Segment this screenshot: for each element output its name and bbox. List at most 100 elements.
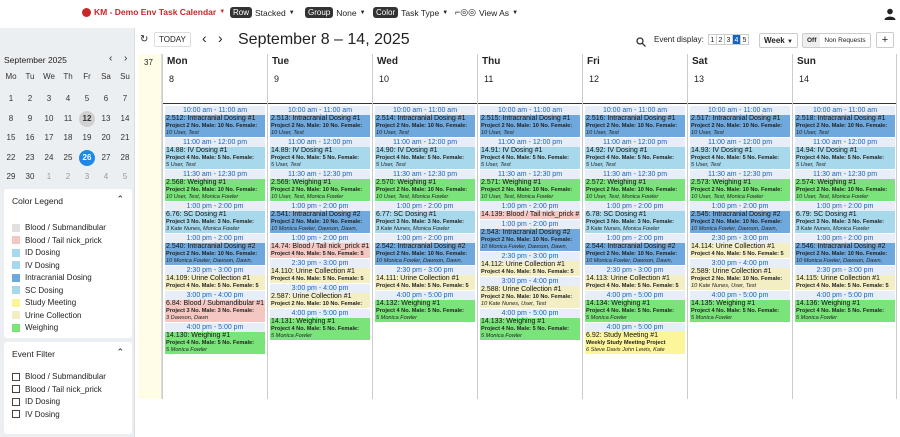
mini-calendar-day[interactable]: 20 [98,130,114,146]
mini-calendar-day[interactable]: 30 [22,169,38,185]
calendar-event[interactable]: 11:00 am - 12:00 pm 14.93: IV Dosing #1 Pr… [690,138,790,169]
calendar-event[interactable]: 2:30 pm - 3:00 pm 14.112: Urine Collectio… [480,252,580,276]
calendar-event[interactable]: 1:00 pm - 2:00 pm 2.541: Intracranial Dos… [270,202,370,233]
row-dropdown[interactable]: Row Stacked ▼ [230,7,295,18]
calendar-event[interactable]: 10:00 am - 11:00 am 2.514: Intracranial D… [375,106,475,137]
mini-calendar-day[interactable]: 3 [79,169,95,185]
mini-calendar-day[interactable]: 13 [98,111,114,127]
calendar-event[interactable]: 2:30 pm - 3:00 pm 14.114: Urine Collectio… [690,234,790,258]
group-dropdown[interactable]: Group None ▼ [305,7,366,18]
color-dropdown[interactable]: Color Task Type ▼ [373,7,448,18]
calendar-event[interactable]: 1:00 pm - 2:00 pm 2.545: Intracranial Dos… [690,202,790,233]
mini-calendar-day[interactable]: 6 [98,91,114,107]
mini-calendar-day[interactable]: 28 [117,150,133,166]
calendar-event[interactable]: 1:00 pm - 2:00 pm 6.77: SC Dosing #1 Proje… [375,202,475,233]
mini-calendar-day[interactable]: 22 [3,150,19,166]
calendar-event[interactable]: 11:00 am - 12:00 pm 14.88: IV Dosing #1 Pr… [165,138,265,169]
filter-checkbox[interactable] [12,372,20,381]
calendar-event[interactable]: 1:00 pm - 2:00 pm 2.544: Intracranial Dos… [585,234,685,265]
calendar-event[interactable]: 3:00 pm - 4:00 pm 6.84: Blood / Submandib… [165,291,265,322]
calendar-event[interactable]: 2:30 pm - 3:00 pm 14.109: Urine Collectio… [165,266,265,290]
mini-calendar-day[interactable]: 3 [41,91,57,107]
calendar-event[interactable]: 2:30 pm - 3:00 pm 14.115: Urine Collectio… [795,266,895,290]
calendar-event[interactable]: 10:00 am - 11:00 am 2.513: Intracranial D… [270,106,370,137]
mini-calendar-day[interactable]: 5 [79,91,95,107]
mini-calendar-day[interactable]: 16 [22,130,38,146]
calendar-event[interactable]: 1:00 pm - 2:00 pm 14.139: Blood / Tail ni… [480,202,580,219]
mini-calendar-day[interactable]: 1 [41,169,57,185]
mini-calendar-day[interactable]: 10 [41,111,57,127]
view-as-dropdown[interactable]: ⌐◎◎ View As ▼ [455,7,518,18]
calendar-event[interactable]: 2:30 pm - 3:00 pm 14.110: Urine Collectio… [270,259,370,283]
filter-checkbox[interactable] [12,410,20,418]
calendar-event[interactable]: 3:00 pm - 4:00 pm 2.587: Urine Collection… [270,284,370,308]
calendar-event[interactable]: 3:00 pm - 4:00 pm 2.589: Urine Collection… [690,259,790,290]
chevron-up-icon[interactable]: ⌃ [116,347,124,358]
mini-calendar-day[interactable]: 12 [79,110,95,127]
calendar-event[interactable]: 1:00 pm - 2:00 pm 2.543: Intracranial Dos… [480,220,580,251]
calendar-event[interactable]: 1:00 pm - 2:00 pm 2.542: Intracranial Dos… [375,234,475,265]
calendar-event[interactable]: 11:30 am - 12:30 pm 2.572: Weighing #1 Pro… [585,170,685,201]
calendar-event[interactable]: 11:30 am - 12:30 pm 2.573: Weighing #1 Pro… [690,170,790,201]
calendar-selector[interactable]: KM - Demo Env Task Calendar ▼ [82,7,225,17]
calendar-event[interactable]: 10:00 am - 11:00 am 2.517: Intracranial D… [690,106,790,137]
calendar-event[interactable]: 11:00 am - 12:00 pm 14.90: IV Dosing #1 Pr… [375,138,475,169]
mini-calendar-day[interactable]: 29 [3,169,19,185]
mini-calendar-day[interactable]: 23 [22,150,38,166]
calendar-event[interactable]: 4:00 pm - 5:00 pm 14.132: Weighing #1 Proj… [375,291,475,322]
mini-calendar-day[interactable]: 27 [98,150,114,166]
mini-calendar-day[interactable]: 14 [117,111,133,127]
event-display-option[interactable]: 5 [740,34,749,45]
filter-item[interactable]: Blood / Tail nick_prick [12,385,102,394]
calendar-event[interactable]: 10:00 am - 11:00 am 2.515: Intracranial D… [480,106,580,137]
calendar-event[interactable]: 4:00 pm - 5:00 pm 14.133: Weighing #1 Proj… [480,309,580,340]
prev-month-button[interactable]: ‹ [109,53,112,64]
calendar-event[interactable]: 10:00 am - 11:00 am 2.512: Intracranial D… [165,106,265,137]
next-month-button[interactable]: › [124,53,127,64]
mini-calendar-day[interactable]: 18 [60,130,76,146]
mini-calendar-day[interactable]: 4 [98,169,114,185]
calendar-event[interactable]: 11:30 am - 12:30 pm 2.569: Weighing #1 Pro… [270,170,370,201]
view-select[interactable]: Week ▼ [759,33,798,48]
calendar-event[interactable]: 11:30 am - 12:30 pm 2.570: Weighing #1 Pro… [375,170,475,201]
calendar-event[interactable]: 1:00 pm - 2:00 pm 6.79: SC Dosing #1 Proje… [795,202,895,233]
calendar-event[interactable]: 4:00 pm - 5:00 pm 14.130: Weighing #1 Proj… [165,323,265,354]
toggle-non-requests[interactable]: Non Requests [820,34,869,47]
calendar-event[interactable]: 10:00 am - 11:00 am 2.516: Intracranial D… [585,106,685,137]
toggle-off[interactable]: Off [803,34,821,47]
calendar-event[interactable]: 4:00 pm - 5:00 pm 14.136: Weighing #1 Proj… [795,291,895,322]
calendar-event[interactable]: 4:00 pm - 5:00 pm 14.135: Weighing #1 Proj… [690,291,790,322]
mini-calendar-day[interactable]: 7 [117,91,133,107]
mini-calendar-day[interactable]: 21 [117,130,133,146]
calendar-event[interactable]: 4:00 pm - 5:00 pm 14.134: Weighing #1 Proj… [585,291,685,322]
calendar-event[interactable]: 2:30 pm - 3:00 pm 14.111: Urine Collectio… [375,266,475,290]
mini-calendar-day[interactable]: 24 [41,150,57,166]
mini-calendar-day[interactable]: 15 [3,130,19,146]
calendar-event[interactable]: 11:30 am - 12:30 pm 2.571: Weighing #1 Pro… [480,170,580,201]
calendar-event[interactable]: 11:00 am - 12:00 pm 14.89: IV Dosing #1 Pr… [270,138,370,169]
mini-calendar-day[interactable]: 4 [60,91,76,107]
calendar-event[interactable]: 11:30 am - 12:30 pm 2.574: Weighing #1 Pro… [795,170,895,201]
calendar-event[interactable]: 1:00 pm - 2:00 pm 2.540: Intracranial Dos… [165,234,265,265]
mini-calendar-day[interactable]: 1 [3,91,19,107]
search-icon[interactable] [636,34,646,52]
chevron-up-icon[interactable]: ⌃ [116,194,124,205]
add-event-button[interactable]: + [876,32,894,48]
calendar-event[interactable]: 2:30 pm - 3:00 pm 14.113: Urine Collectio… [585,266,685,290]
mini-calendar-day[interactable]: 26 [79,149,95,166]
mini-calendar-day[interactable]: 2 [60,169,76,185]
today-button[interactable]: TODAY [154,32,191,47]
mini-calendar-day[interactable]: 19 [79,130,95,146]
calendar-event[interactable]: 1:00 pm - 2:00 pm 6.78: SC Dosing #1 Proje… [585,202,685,233]
mini-calendar-day[interactable]: 17 [41,130,57,146]
filter-checkbox[interactable] [12,385,20,393]
mini-calendar-day[interactable]: 2 [22,91,38,107]
request-toggle[interactable]: Off Non Requests [802,33,871,48]
filter-item[interactable]: Blood / Submandibular [12,372,106,381]
calendar-event[interactable]: 10:00 am - 11:00 am 2.518: Intracranial D… [795,106,895,137]
calendar-event[interactable]: 11:00 am - 12:00 pm 14.94: IV Dosing #1 Pr… [795,138,895,169]
calendar-event[interactable]: 1:00 pm - 2:00 pm 6.76: SC Dosing #1 Proje… [165,202,265,233]
calendar-event[interactable]: 4:00 pm - 5:00 pm 14.131: Weighing #1 Proj… [270,309,370,340]
mini-calendar-day[interactable]: 8 [3,111,19,127]
calendar-event[interactable]: 1:00 pm - 2:00 pm 14.74: Blood / Tail nic… [270,234,370,258]
